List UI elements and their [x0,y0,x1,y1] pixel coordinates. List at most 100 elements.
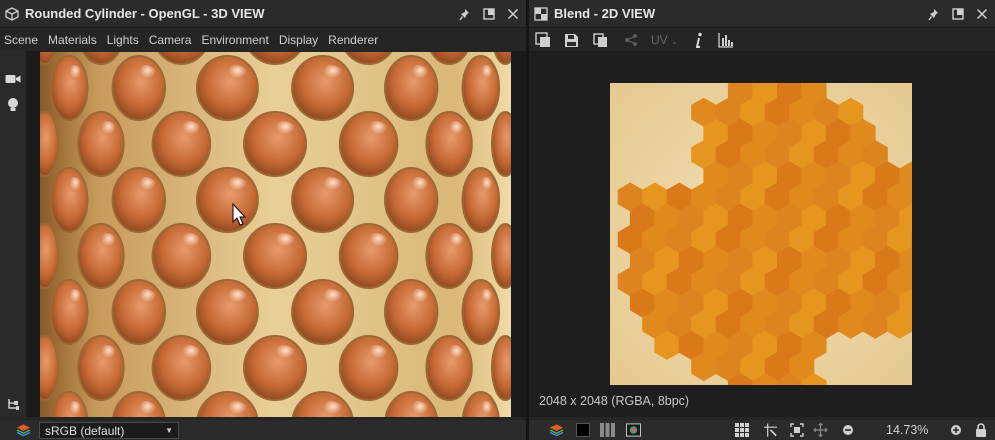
split-view-icon[interactable] [600,423,615,437]
lock-icon[interactable] [973,423,988,437]
layers-icon[interactable] [549,423,564,437]
menu-renderer[interactable]: Renderer [324,33,382,47]
3d-view-titlebar: Rounded Cylinder - OpenGL - 3D VIEW [0,0,526,28]
2d-view-titlebar: Blend - 2D VIEW [529,0,995,28]
honeycomb-cell [49,55,89,121]
cell-highlight [96,233,117,255]
honeycomb-cell [111,55,167,121]
cell-highlight [221,65,249,87]
light-bulb-icon[interactable] [3,95,23,115]
info-icon[interactable] [690,32,708,48]
menu-display[interactable]: Display [275,33,322,47]
cell-highlight [268,345,297,367]
honeycomb-cell [384,279,439,345]
honeycomb-cell [291,279,355,345]
menu-camera[interactable]: Camera [145,33,196,47]
cell-highlight [316,289,344,311]
checker-icon [534,6,548,21]
caret-down-icon: ▼ [165,426,173,435]
maximize-icon[interactable] [482,7,496,21]
honeycomb-cell [151,223,212,289]
menu-materials[interactable]: Materials [44,33,101,47]
cell-highlight [175,345,202,367]
black-background-icon[interactable] [575,423,590,437]
honeycomb-cylinder-render[interactable] [40,52,511,417]
honeycomb-cell [425,111,473,177]
cell-highlight [175,233,202,255]
cell-highlight [406,177,430,199]
copy-icon[interactable] [591,32,609,48]
cell-highlight [477,177,494,199]
menu-lights[interactable]: Lights [103,33,143,47]
honeycomb-cell [461,167,501,233]
cell-highlight [96,345,117,367]
close-icon[interactable] [975,7,989,21]
honeycomb-cell [195,55,259,121]
cell-highlight [477,65,494,87]
close-icon[interactable] [506,7,520,21]
zoom-out-icon[interactable] [840,423,855,437]
honeycomb-cell [491,111,511,177]
honeycomb-cell [291,55,355,121]
zoom-level[interactable]: 14.73% [886,423,928,437]
share-icon[interactable] [622,32,640,48]
honeycomb-cell [111,167,167,233]
cell-highlight [175,121,202,143]
pin-icon[interactable] [927,7,941,21]
export-image-icon[interactable] [534,32,552,48]
colorspace-dropdown[interactable]: sRGB (default) ▼ [39,422,179,439]
honeycomb-cell [461,55,501,121]
cell-highlight [362,121,389,143]
cell-highlight [362,233,389,255]
menu-environment[interactable]: Environment [197,33,272,47]
pick-color-icon[interactable] [763,423,778,437]
pan-icon[interactable] [813,423,828,437]
uv-dropdown[interactable]: UV ⌄ [651,33,678,47]
cell-highlight [316,177,344,199]
honeycomb-cell [243,335,307,401]
honeycomb-cell [491,223,511,289]
honeycomb-cell [338,223,399,289]
honeycomb-cell [77,223,125,289]
3d-view-panel: Rounded Cylinder - OpenGL - 3D VIEW Scen… [0,0,526,440]
honeycomb-texture[interactable] [610,83,912,385]
cell-highlight [221,289,249,311]
scene-tree-icon[interactable] [3,394,23,414]
cell-highlight [96,121,117,143]
cube-icon [5,6,19,21]
viewport-edge-left [26,51,40,417]
pin-icon[interactable] [458,7,472,21]
fit-to-view-icon[interactable] [789,423,804,437]
image-preview-icon[interactable] [626,423,641,437]
3d-view-statusbar: sRGB (default) ▼ [0,420,526,440]
camera-icon[interactable] [3,69,23,89]
cell-highlight [133,177,158,199]
cell-highlight [406,65,430,87]
honeycomb-cell [384,167,439,233]
viewport-edge-right [511,51,526,417]
cell-highlight [65,65,82,87]
cell-highlight [65,289,82,311]
3d-view-menubar: Scene Materials Lights Camera Environmen… [0,29,526,51]
cell-highlight [444,345,465,367]
cell-highlight [221,177,249,199]
cell-highlight [133,289,158,311]
honeycomb-cell [49,167,89,233]
cell-highlight [444,121,465,143]
maximize-icon[interactable] [951,7,965,21]
3d-view-title: Rounded Cylinder - OpenGL - 3D VIEW [25,6,265,21]
honeycomb-cell [243,111,307,177]
honeycomb-cell [461,279,501,345]
cell-highlight [65,177,82,199]
layers-icon[interactable] [16,423,31,437]
honeycomb-cell [195,167,259,233]
zoom-in-icon[interactable] [948,423,963,437]
2d-viewport[interactable]: 2048 x 2048 (RGBA, 8bpc) [529,51,995,417]
grid-icon[interactable] [734,423,749,437]
cell-highlight [316,65,344,87]
honeycomb-cell [425,335,473,401]
histogram-icon[interactable] [717,32,735,48]
menu-scene[interactable]: Scene [0,33,42,47]
3d-viewport[interactable] [40,52,511,417]
save-icon[interactable] [562,32,580,48]
